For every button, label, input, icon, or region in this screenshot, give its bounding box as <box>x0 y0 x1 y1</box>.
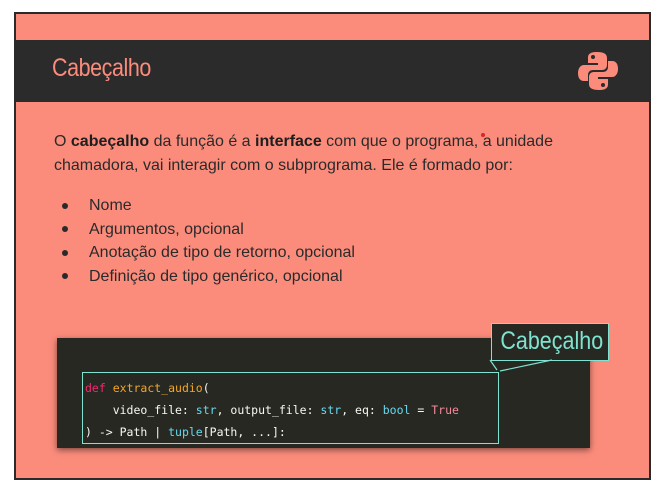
intro-paragraph: O cabeçalho da função é a interface com … <box>54 133 553 174</box>
bullet-dot-icon <box>62 226 68 233</box>
cabecalho-tag: Cabeçalho <box>491 323 609 361</box>
python-logo-icon <box>578 52 618 90</box>
bullet-dot-icon <box>62 273 68 280</box>
list-item: Definição de tipo genérico, opcional <box>62 265 355 289</box>
bold-cabecalho: cabeçalho <box>70 133 150 150</box>
bullet-dot-icon <box>62 249 68 256</box>
slide: Cabeçalho O cabeçalho da função é a inte… <box>14 12 651 480</box>
code-text: def extract_audio( video_file: str, outp… <box>85 381 459 439</box>
slide-title: Cabeçalho <box>52 54 151 82</box>
bullet-list: Nome Argumentos, opcional Anotação de ti… <box>62 194 355 288</box>
list-item: Anotação de tipo de retorno, opcional <box>62 241 355 265</box>
list-item: Argumentos, opcional <box>62 218 355 242</box>
bullet-dot-icon <box>62 202 68 209</box>
header-bar: Cabeçalho <box>16 40 649 102</box>
bold-interface: interface <box>255 133 322 150</box>
list-item: Nome <box>62 194 355 218</box>
pointer-dot <box>481 133 485 137</box>
